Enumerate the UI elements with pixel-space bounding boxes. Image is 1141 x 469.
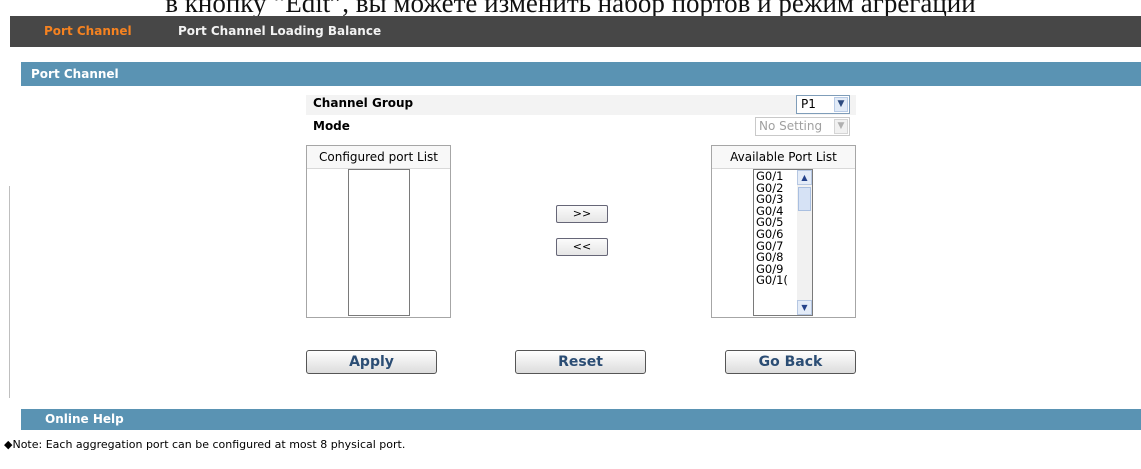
apply-button[interactable]: Apply (306, 350, 437, 374)
mode-label: Mode (313, 119, 350, 133)
available-port-list[interactable]: G0/1 G0/2 G0/3 G0/4 G0/5 G0/6 G0/7 G0/8 G0/9 G0/1… (753, 169, 813, 316)
top-nav: Port Channel Port Channel Loading Balanc… (10, 16, 1141, 47)
go-back-button[interactable]: Go Back (725, 350, 856, 374)
reset-button[interactable]: Reset (515, 350, 646, 374)
remove-port-button[interactable]: << (556, 238, 608, 256)
configured-port-list-title: Configured port List (307, 146, 450, 169)
chevron-down-icon: ▼ (834, 119, 848, 134)
help-note: ◆Note: Each aggregation port can be conf… (4, 438, 406, 451)
configured-port-panel: Configured port List (306, 145, 451, 318)
add-port-button[interactable]: >> (556, 205, 608, 223)
available-port-panel: Available Port List G0/1 G0/2 G0/3 G0/4 G0/5… (711, 145, 856, 318)
panel-title: Port Channel (31, 67, 119, 81)
configured-port-list[interactable] (348, 169, 410, 316)
panel-header: Port Channel (21, 62, 1141, 86)
online-help-header: Online Help (21, 409, 1141, 430)
tab-port-channel-loading-balance[interactable]: Port Channel Loading Balance (178, 16, 381, 47)
chevron-down-icon[interactable]: ▼ (834, 97, 848, 112)
divider-line (9, 186, 10, 398)
online-help-title: Online Help (45, 412, 124, 426)
scroll-thumb[interactable] (798, 187, 811, 211)
port-items: G0/1 G0/2 G0/3 G0/4 G0/5 G0/6 G0/7 G0/8 G0/9 G0/1… (756, 170, 788, 287)
tab-port-channel[interactable]: Port Channel (44, 16, 132, 47)
channel-group-label: Channel Group (313, 96, 414, 110)
channel-group-select[interactable]: P1 ▼ (796, 95, 850, 114)
port-option[interactable]: G0/1( (756, 275, 788, 287)
available-port-list-title: Available Port List (712, 146, 855, 169)
scrollbar[interactable]: ▲ ▼ (797, 170, 812, 315)
channel-group-value: P1 (801, 97, 816, 111)
mode-value: No Setting (759, 119, 823, 133)
scroll-down-icon[interactable]: ▼ (797, 300, 812, 315)
scroll-up-icon[interactable]: ▲ (797, 170, 812, 185)
mode-select: No Setting ▼ (755, 117, 850, 136)
